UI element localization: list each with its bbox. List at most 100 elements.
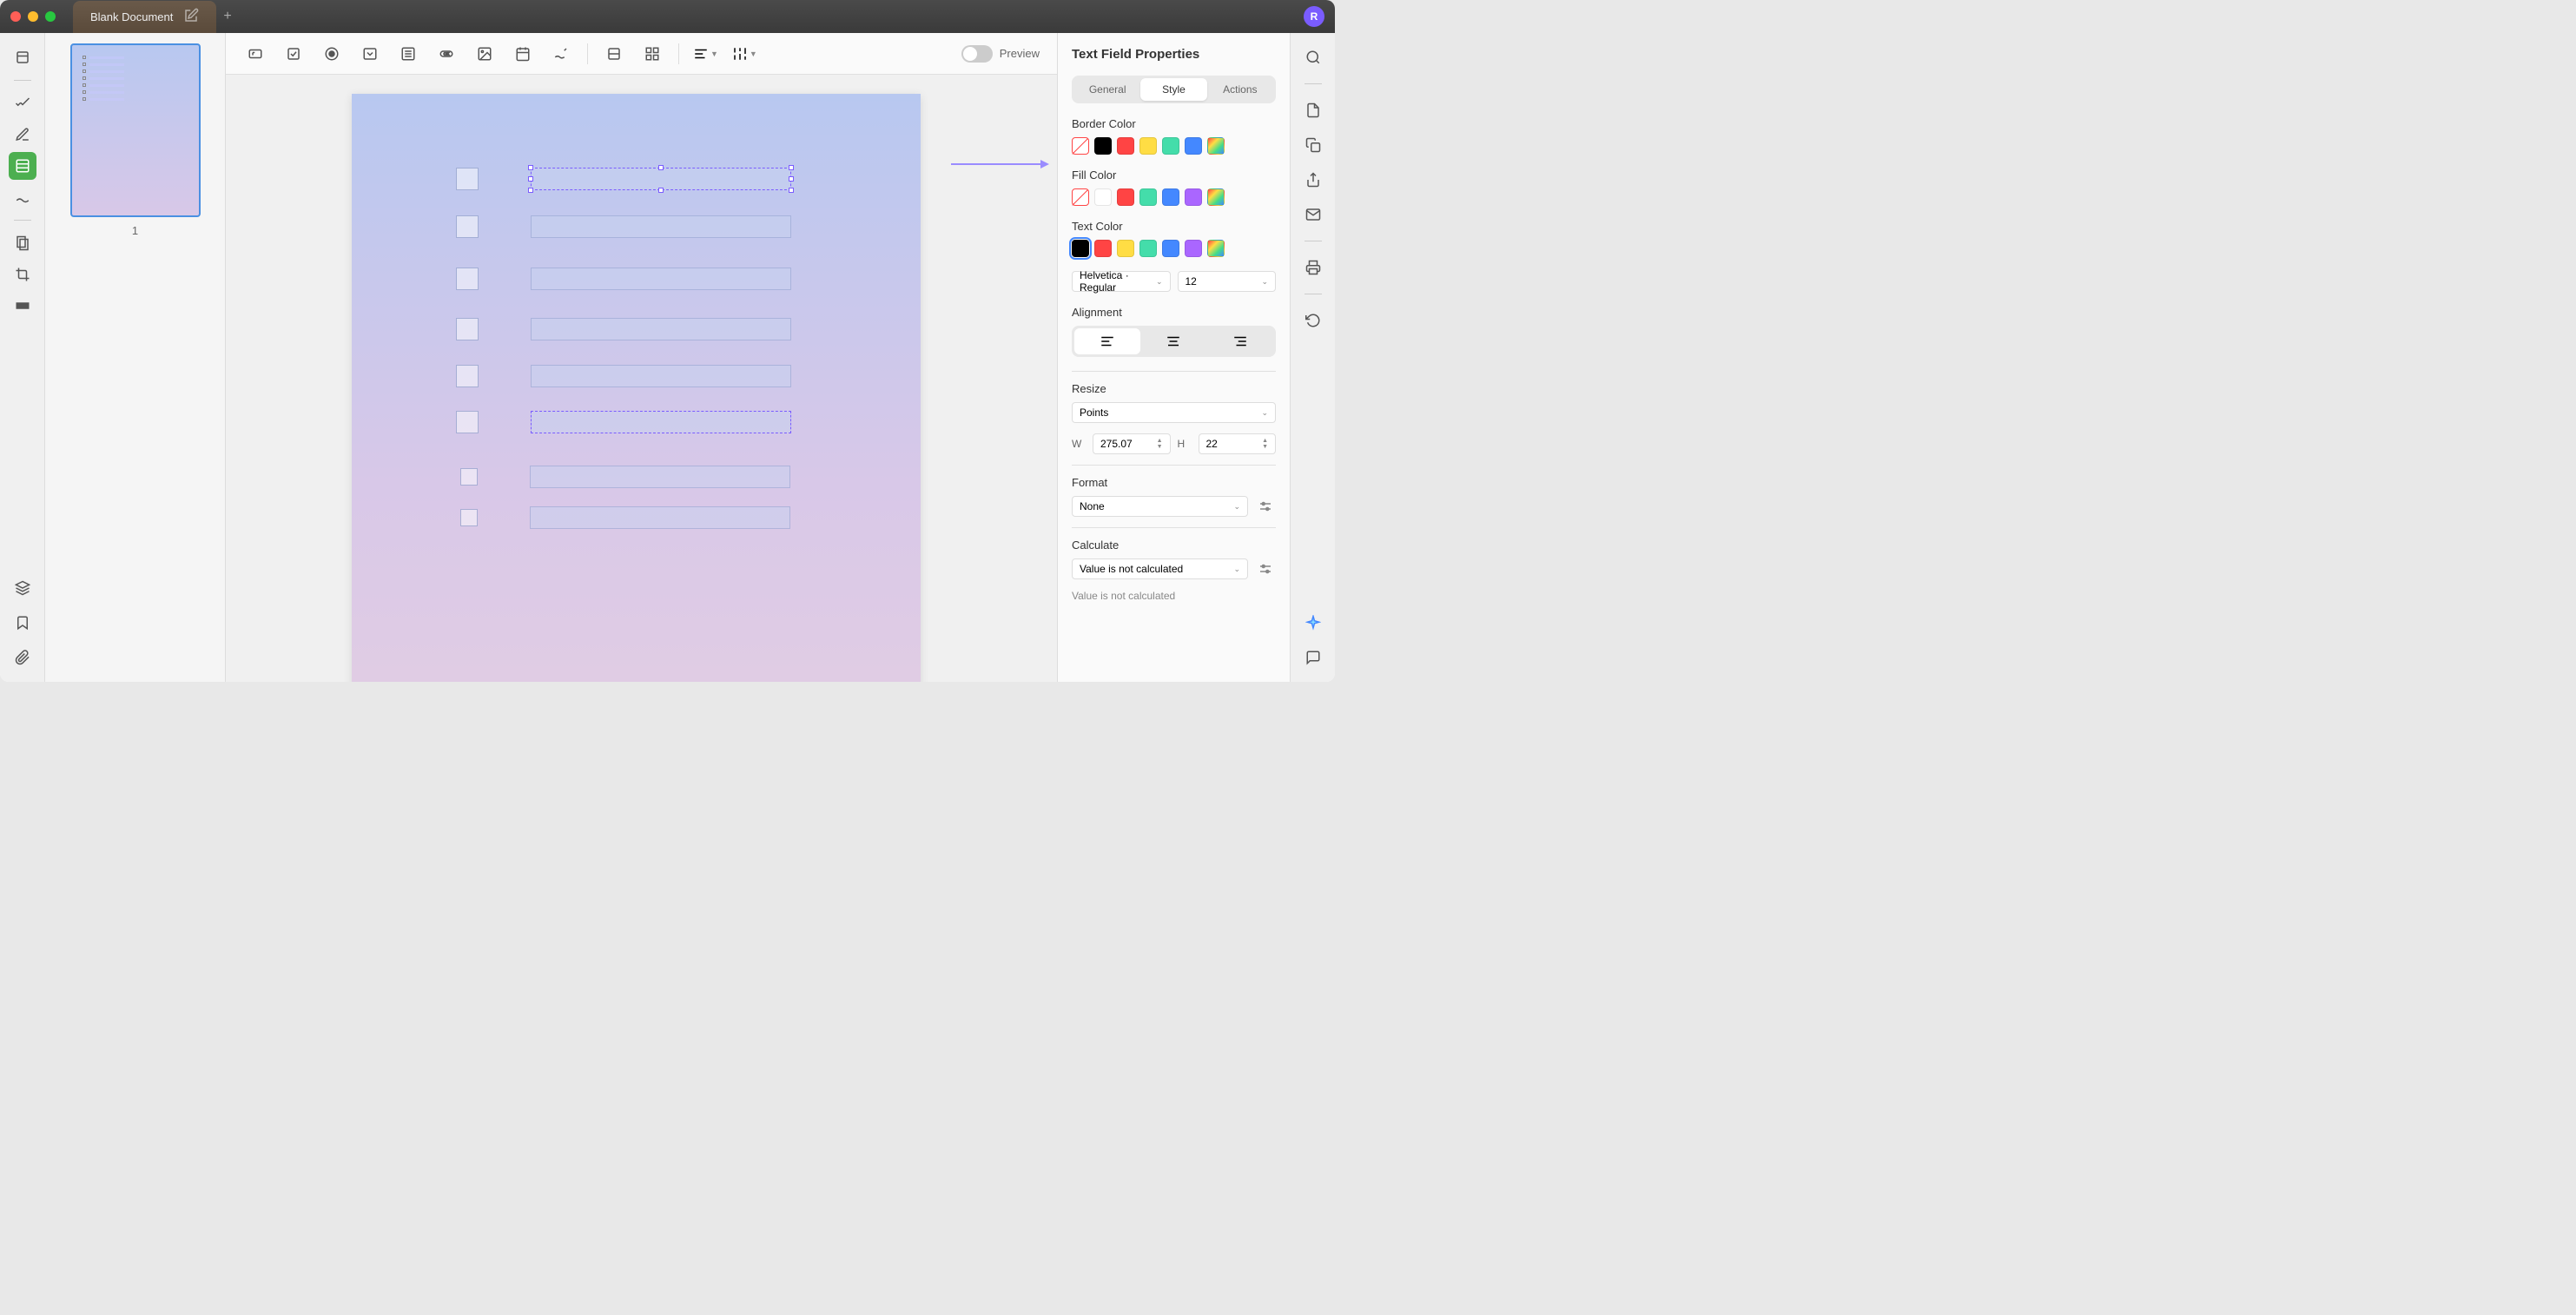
distribute-dropdown[interactable]: ▼ bbox=[732, 46, 757, 62]
width-input[interactable]: 275.07▲▼ bbox=[1093, 433, 1171, 454]
border-color-custom[interactable] bbox=[1207, 137, 1225, 155]
form-toolbar: OK ▼ ▼ Preview bbox=[226, 33, 1057, 75]
organize-tool[interactable] bbox=[9, 229, 36, 257]
border-color-teal[interactable] bbox=[1162, 137, 1179, 155]
border-color-red[interactable] bbox=[1117, 137, 1134, 155]
text-color-red[interactable] bbox=[1094, 240, 1112, 257]
fill-color-purple[interactable] bbox=[1185, 188, 1202, 206]
form-checkbox[interactable] bbox=[456, 268, 479, 290]
border-color-black[interactable] bbox=[1094, 137, 1112, 155]
align-dropdown[interactable]: ▼ bbox=[693, 46, 718, 62]
fill-color-custom[interactable] bbox=[1207, 188, 1225, 206]
button-tool[interactable]: OK bbox=[434, 42, 459, 66]
copy-icon[interactable] bbox=[1299, 131, 1327, 159]
page-thumbnail[interactable] bbox=[70, 43, 201, 217]
sign-tool[interactable] bbox=[9, 183, 36, 211]
form-text-field[interactable] bbox=[530, 506, 790, 529]
thumbnails-tool[interactable] bbox=[9, 43, 36, 71]
form-text-field[interactable] bbox=[531, 365, 791, 387]
form-text-field-selected[interactable] bbox=[531, 411, 791, 433]
form-checkbox[interactable] bbox=[456, 168, 479, 190]
fill-color-none[interactable] bbox=[1072, 188, 1089, 206]
tab-actions[interactable]: Actions bbox=[1207, 78, 1273, 101]
form-checkbox[interactable] bbox=[456, 318, 479, 340]
alignment-label: Alignment bbox=[1072, 306, 1276, 319]
checkbox-tool[interactable] bbox=[281, 42, 306, 66]
dropdown-tool[interactable] bbox=[358, 42, 382, 66]
share-icon[interactable] bbox=[1299, 166, 1327, 194]
calculate-settings-icon[interactable] bbox=[1255, 558, 1276, 579]
mail-icon[interactable] bbox=[1299, 201, 1327, 228]
form-text-field-selected[interactable] bbox=[531, 168, 791, 190]
form-checkbox[interactable] bbox=[456, 215, 479, 238]
align-center-button[interactable] bbox=[1140, 328, 1206, 354]
height-input[interactable]: 22▲▼ bbox=[1199, 433, 1277, 454]
listbox-tool[interactable] bbox=[396, 42, 420, 66]
edit-tab-icon[interactable] bbox=[183, 8, 199, 26]
form-tool[interactable] bbox=[9, 152, 36, 180]
border-color-blue[interactable] bbox=[1185, 137, 1202, 155]
text-color-custom[interactable] bbox=[1207, 240, 1225, 257]
undo-icon[interactable] bbox=[1299, 307, 1327, 334]
redact-tool[interactable] bbox=[9, 292, 36, 320]
form-checkbox[interactable] bbox=[460, 509, 478, 526]
border-color-none[interactable] bbox=[1072, 137, 1089, 155]
align-right-button[interactable] bbox=[1207, 328, 1273, 354]
calculate-select[interactable]: Value is not calculated⌄ bbox=[1072, 558, 1248, 579]
image-tool[interactable] bbox=[472, 42, 497, 66]
form-text-field[interactable] bbox=[530, 466, 790, 488]
add-tab-button[interactable]: + bbox=[223, 9, 231, 24]
bookmark-icon[interactable] bbox=[9, 609, 36, 637]
format-select[interactable]: None⌄ bbox=[1072, 496, 1248, 517]
page-canvas[interactable] bbox=[352, 94, 921, 682]
grid-tool[interactable] bbox=[640, 42, 664, 66]
font-select[interactable]: Helvetica · Regular⌄ bbox=[1072, 271, 1171, 292]
date-tool[interactable] bbox=[511, 42, 535, 66]
form-checkbox[interactable] bbox=[456, 365, 479, 387]
fill-color-blue[interactable] bbox=[1162, 188, 1179, 206]
text-color-black[interactable] bbox=[1072, 240, 1089, 257]
fill-color-teal[interactable] bbox=[1139, 188, 1157, 206]
font-size-select[interactable]: 12⌄ bbox=[1178, 271, 1277, 292]
text-color-yellow[interactable] bbox=[1117, 240, 1134, 257]
text-color-blue[interactable] bbox=[1162, 240, 1179, 257]
form-text-field[interactable] bbox=[531, 215, 791, 238]
highlight-tool[interactable] bbox=[9, 89, 36, 117]
radio-tool[interactable] bbox=[320, 42, 344, 66]
properties-tabs: General Style Actions bbox=[1072, 76, 1276, 103]
preview-toggle[interactable] bbox=[961, 45, 993, 63]
fill-color-white[interactable] bbox=[1094, 188, 1112, 206]
attachment-icon[interactable] bbox=[9, 644, 36, 671]
form-options-tool[interactable] bbox=[602, 42, 626, 66]
text-color-teal[interactable] bbox=[1139, 240, 1157, 257]
thumbnails-panel: 1 bbox=[45, 33, 226, 682]
annotate-tool[interactable] bbox=[9, 121, 36, 149]
border-color-yellow[interactable] bbox=[1139, 137, 1157, 155]
minimize-window-button[interactable] bbox=[28, 11, 38, 22]
align-left-button[interactable] bbox=[1074, 328, 1140, 354]
text-field-tool[interactable] bbox=[243, 42, 268, 66]
tab-style[interactable]: Style bbox=[1140, 78, 1206, 101]
text-color-purple[interactable] bbox=[1185, 240, 1202, 257]
document-tab[interactable]: Blank Document bbox=[73, 1, 216, 33]
print-icon[interactable] bbox=[1299, 254, 1327, 281]
comment-icon[interactable] bbox=[1299, 644, 1327, 671]
resize-unit-select[interactable]: Points⌄ bbox=[1072, 402, 1276, 423]
crop-tool[interactable] bbox=[9, 261, 36, 288]
fill-color-red[interactable] bbox=[1117, 188, 1134, 206]
user-avatar[interactable]: R bbox=[1304, 6, 1324, 27]
resize-label: Resize bbox=[1072, 382, 1276, 395]
search-icon[interactable] bbox=[1299, 43, 1327, 71]
close-window-button[interactable] bbox=[10, 11, 21, 22]
format-settings-icon[interactable] bbox=[1255, 496, 1276, 517]
maximize-window-button[interactable] bbox=[45, 11, 56, 22]
ai-icon[interactable] bbox=[1299, 609, 1327, 637]
form-text-field[interactable] bbox=[531, 318, 791, 340]
signature-tool[interactable] bbox=[549, 42, 573, 66]
form-checkbox[interactable] bbox=[456, 411, 479, 433]
layers-icon[interactable] bbox=[9, 574, 36, 602]
export-icon[interactable] bbox=[1299, 96, 1327, 124]
form-checkbox[interactable] bbox=[460, 468, 478, 486]
tab-general[interactable]: General bbox=[1074, 78, 1140, 101]
form-text-field[interactable] bbox=[531, 268, 791, 290]
